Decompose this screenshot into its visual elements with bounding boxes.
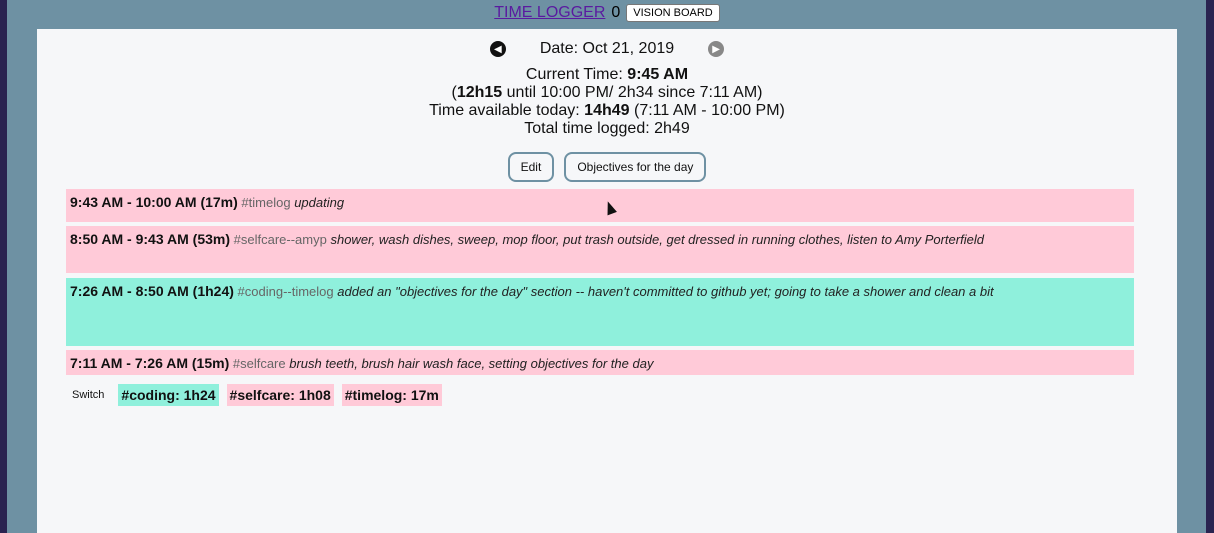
available-label: Time available today: — [429, 102, 580, 119]
entry-tag: #timelog — [241, 195, 291, 210]
available-value: 14h49 — [584, 102, 630, 119]
tag-summary: Switch #coding: 1h24 #selfcare: 1h08 #ti… — [66, 384, 442, 406]
vision-board-button[interactable]: VISION BOARD — [626, 4, 720, 22]
date-label: Date: Oct 21, 2019 — [539, 40, 675, 57]
current-time-label: Current Time: — [525, 66, 623, 83]
entry-description: updating — [294, 195, 345, 210]
current-time-line: Current Time: 9:45 AM — [37, 66, 1177, 84]
app-title-link[interactable]: TIME LOGGER — [494, 4, 605, 22]
action-buttons: Edit Objectives for the day — [37, 152, 1177, 182]
top-bar: TIME LOGGER 0 VISION BOARD — [0, 0, 1214, 26]
time-info: Current Time: 9:45 AM (12h15 until 10:00… — [37, 66, 1177, 138]
tag-chip-coding[interactable]: #coding: 1h24 — [118, 384, 219, 406]
log-entry[interactable]: 9:43 AM - 10:00 AM (17m) #timelog updati… — [66, 189, 1134, 222]
log-entry[interactable]: 8:50 AM - 9:43 AM (53m) #selfcare--amyp … — [66, 226, 1134, 273]
entry-tag: #selfcare--amyp — [233, 232, 327, 247]
switch-toggle[interactable]: Switch — [66, 389, 110, 401]
entry-time: 8:50 AM - 9:43 AM (53m) — [70, 231, 231, 247]
remaining-value: 12h15 — [456, 84, 503, 101]
total-logged: Total time logged: 2h49 — [524, 120, 690, 137]
entry-time: 7:26 AM - 8:50 AM (1h24) — [70, 283, 234, 299]
entry-description: shower, wash dishes, sweep, mop floor, p… — [330, 232, 984, 247]
chevron-left-circle-icon[interactable]: ◀ — [489, 41, 506, 57]
current-time-value: 9:45 AM — [627, 66, 689, 83]
main-panel: ◀ Date: Oct 21, 2019 ▶ Current Time: 9:4… — [37, 29, 1177, 533]
edit-button[interactable]: Edit — [507, 152, 555, 182]
entry-description: added an "objectives for the day" sectio… — [337, 284, 994, 299]
available-line: Time available today: 14h49 (7:11 AM - 1… — [37, 102, 1177, 120]
date-navigation: ◀ Date: Oct 21, 2019 ▶ — [37, 40, 1177, 58]
tag-chip-timelog[interactable]: #timelog: 17m — [341, 384, 442, 406]
entry-tag: #selfcare — [232, 356, 286, 371]
entry-time: 7:11 AM - 7:26 AM (15m) — [70, 355, 230, 371]
entry-description: brush teeth, brush hair wash face, setti… — [289, 356, 654, 371]
objectives-button[interactable]: Objectives for the day — [564, 152, 707, 182]
entry-time: 9:43 AM - 10:00 AM (17m) — [70, 194, 238, 210]
chevron-right-circle-icon[interactable]: ▶ — [708, 41, 725, 57]
counter: 0 — [611, 4, 621, 21]
tag-chip-selfcare[interactable]: #selfcare: 1h08 — [226, 384, 334, 406]
log-entry[interactable]: 7:11 AM - 7:26 AM (15m) #selfcare brush … — [66, 350, 1134, 375]
remaining-line: (12h15 until 10:00 PM/ 2h34 since 7:11 A… — [37, 84, 1177, 102]
available-range: (7:11 AM - 10:00 PM) — [634, 102, 785, 119]
log-entry[interactable]: 7:26 AM - 8:50 AM (1h24) #coding--timelo… — [66, 278, 1134, 346]
entry-tag: #coding--timelog — [237, 284, 334, 299]
remaining-text: until 10:00 PM/ 2h34 since 7:11 AM) — [502, 84, 763, 101]
